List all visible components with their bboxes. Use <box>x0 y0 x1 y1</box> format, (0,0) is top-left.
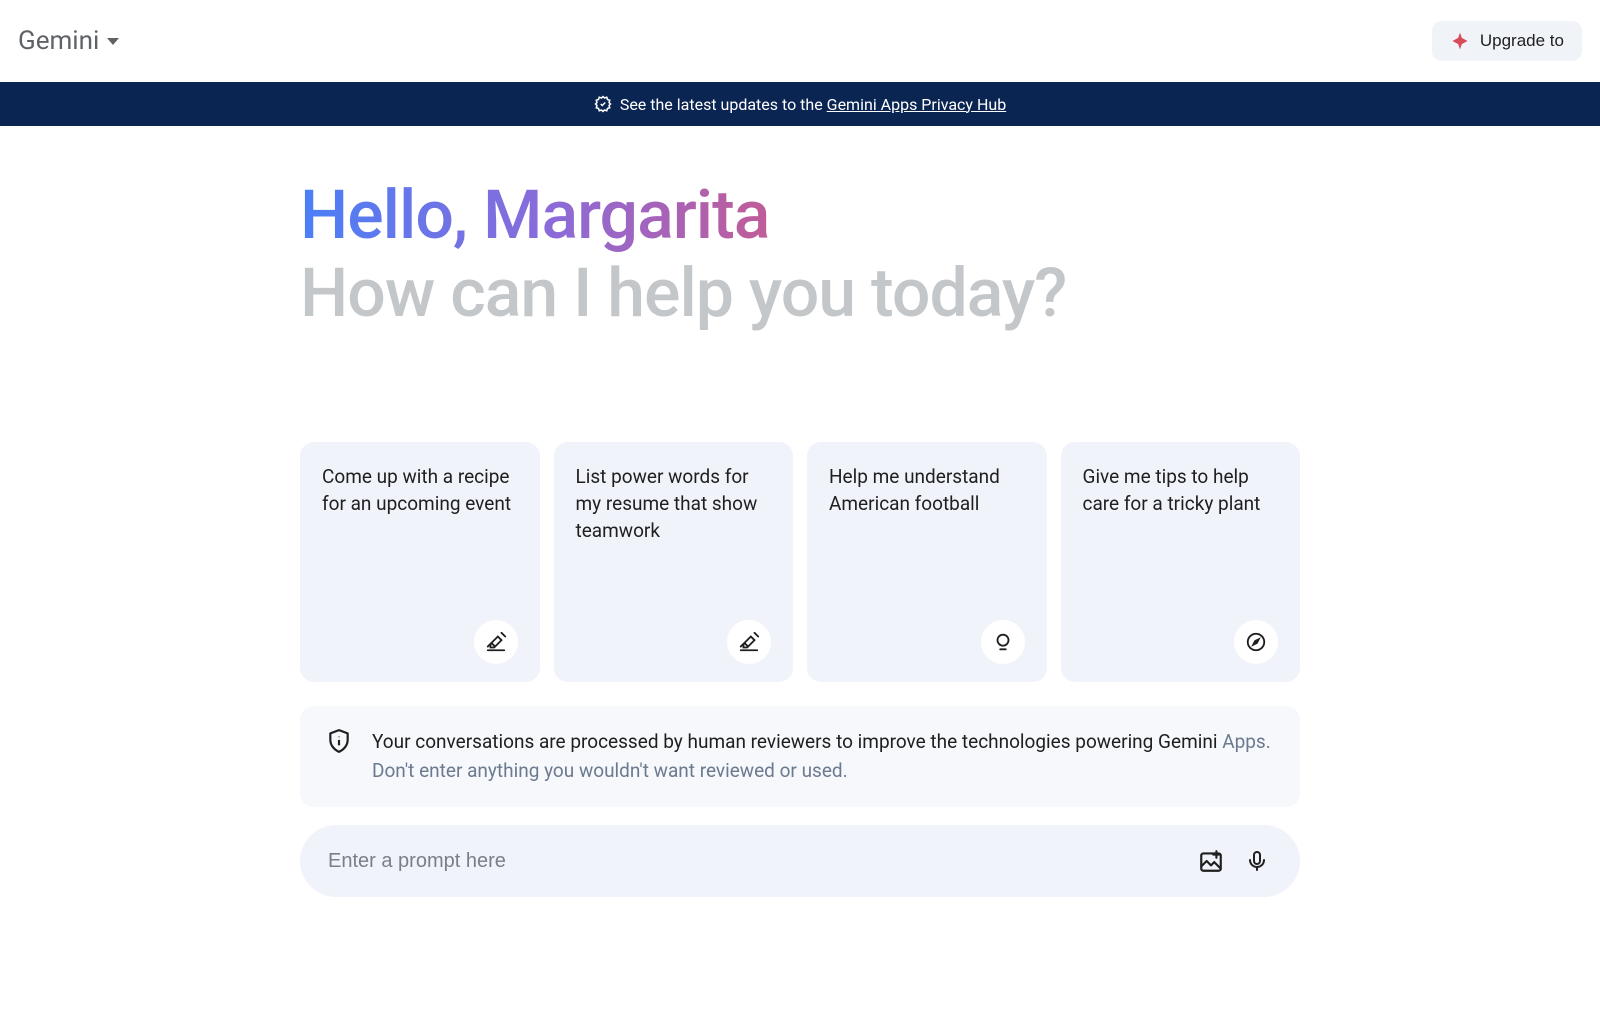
brand-label: Gemini <box>18 26 99 56</box>
privacy-hub-link[interactable]: Gemini Apps Privacy Hub <box>827 95 1007 114</box>
lightbulb-icon <box>981 620 1025 664</box>
card-text: List power words for my resume that show… <box>576 464 772 544</box>
suggestion-card[interactable]: Help me understand American football <box>807 442 1047 682</box>
card-text: Come up with a recipe for an upcoming ev… <box>322 464 518 517</box>
suggestion-card[interactable]: Give me tips to help care for a tricky p… <box>1061 442 1301 682</box>
sparkle-icon <box>1450 31 1470 51</box>
banner-text: See the latest updates to the Gemini App… <box>620 95 1006 114</box>
notice-line1: Your conversations are processed by huma… <box>372 730 1217 753</box>
compass-icon <box>1234 620 1278 664</box>
banner-prefix: See the latest updates to the <box>620 95 827 114</box>
prompt-input[interactable] <box>328 850 1180 873</box>
upgrade-button[interactable]: Upgrade to <box>1432 21 1582 61</box>
header: Gemini Upgrade to <box>0 0 1600 82</box>
microphone-icon[interactable] <box>1242 846 1272 876</box>
main-content: Hello, Margarita How can I help you toda… <box>300 126 1300 897</box>
brand-dropdown[interactable]: Gemini <box>18 26 119 56</box>
privacy-notice: Your conversations are processed by huma… <box>300 706 1300 807</box>
card-text: Give me tips to help care for a tricky p… <box>1083 464 1279 517</box>
image-upload-icon[interactable] <box>1196 846 1226 876</box>
card-text: Help me understand American football <box>829 464 1025 517</box>
draw-icon <box>474 620 518 664</box>
draw-icon <box>727 620 771 664</box>
greeting-sub: How can I help you today? <box>300 254 1300 332</box>
privacy-banner: See the latest updates to the Gemini App… <box>0 82 1600 126</box>
upgrade-label: Upgrade to <box>1480 31 1564 51</box>
shield-info-icon <box>326 728 352 758</box>
verified-icon <box>594 95 612 113</box>
caret-down-icon <box>107 38 119 45</box>
suggestion-cards: Come up with a recipe for an upcoming ev… <box>300 442 1300 682</box>
prompt-bar <box>300 825 1300 897</box>
suggestion-card[interactable]: List power words for my resume that show… <box>554 442 794 682</box>
notice-text: Your conversations are processed by huma… <box>372 728 1274 785</box>
suggestion-card[interactable]: Come up with a recipe for an upcoming ev… <box>300 442 540 682</box>
greeting-hello: Hello, Margarita <box>300 176 1300 254</box>
